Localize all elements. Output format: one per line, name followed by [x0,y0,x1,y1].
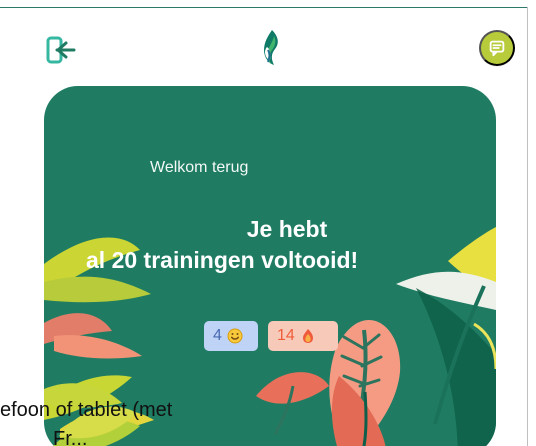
welcome-text: Welkom terug [150,159,249,176]
fire-icon [302,329,313,343]
achievement-badges: 4 14 [204,321,338,351]
happy-count-badge[interactable]: 4 [204,321,258,351]
headline-line-1: Je hebt [246,216,328,242]
brand-logo-icon [264,30,278,65]
right-divider [527,7,528,446]
streak-count-badge[interactable]: 14 [268,321,338,351]
logout-icon[interactable] [46,36,78,64]
training-progress-headline: Je hebt al 20 trainingen voltooid! [86,214,464,276]
overlay-caption-line-1: efoon of tablet (met [0,399,173,421]
happy-count-value: 4 [213,327,222,344]
streak-count-value: 14 [277,327,295,344]
welcome-progress-card: Welkom terug Je hebt al 20 trainingen vo… [44,86,496,446]
smiley-icon [227,328,243,344]
headline-line-2: al 20 trainingen voltooid! [86,247,359,273]
top-divider [0,7,527,8]
overlay-caption-line-2: Fr... [53,428,88,446]
mobile-home-screen: Welkom terug Je hebt al 20 trainingen vo… [0,0,536,446]
chat-button[interactable] [479,30,515,66]
chat-icon [489,40,505,57]
